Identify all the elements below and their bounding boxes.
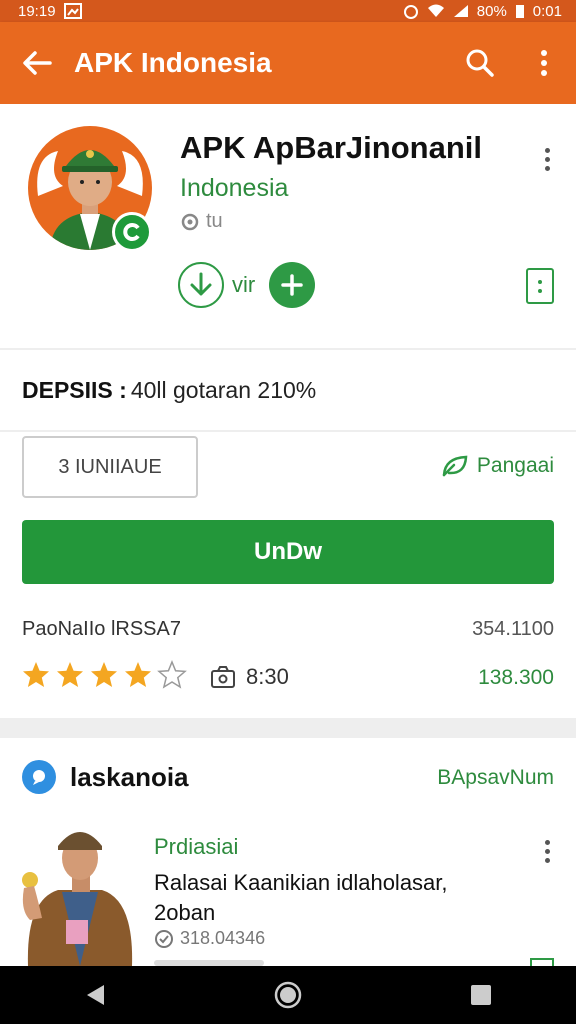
download-button[interactable]: [178, 262, 224, 308]
post-options-button[interactable]: [532, 836, 562, 866]
overflow-menu-button[interactable]: [512, 49, 576, 77]
secondary-button[interactable]: 3 IUNIIAUE: [22, 436, 198, 498]
rank-value: 354.1100: [472, 618, 554, 640]
app-name: APK ApBarJinonanil: [180, 130, 482, 165]
app-developer[interactable]: Indonesia: [180, 174, 288, 203]
reviews: 8:30: [210, 664, 289, 690]
section-link[interactable]: BApsavNum: [437, 766, 554, 790]
wifi-icon: [427, 4, 444, 17]
download-row: vir: [178, 262, 316, 308]
app-header-card: APK ApBarJinonanil Indonesia tu vir: [0, 104, 576, 348]
views-icon: [155, 929, 173, 948]
back-arrow-icon: [23, 51, 52, 75]
actions-card: 3 IUNIIAUE Pangaai UnDw PaoNaIIo lRSSA7 …: [0, 432, 576, 718]
download-arrow-icon: [190, 272, 212, 296]
add-button[interactable]: [269, 262, 316, 308]
post-thumbnail[interactable]: [18, 820, 142, 966]
chat-bubble-icon: [22, 760, 56, 794]
search-icon: [466, 49, 494, 77]
battery-level: 80%: [476, 2, 507, 20]
app-meta-text: tu: [206, 210, 223, 232]
status-time-right: 0:01: [532, 2, 562, 20]
post-title[interactable]: Ralasai Kaanikian idlaholasar, 2oban: [154, 868, 514, 928]
battery-icon: [515, 5, 524, 18]
star-filled-icon: [57, 662, 83, 687]
system-nav-bar: [0, 966, 576, 1024]
primary-button[interactable]: UnDw: [22, 520, 554, 584]
deps-value: 40ll gotaran 210%: [130, 376, 317, 403]
section-card: laskanoia BApsavNum Prdiasiai Ralasai Ka…: [0, 738, 576, 966]
camera-icon: [211, 666, 235, 688]
app-meta: tu: [180, 210, 223, 233]
rank-label: PaoNaIIo lRSSA7: [22, 618, 181, 640]
nav-back-icon[interactable]: [84, 983, 106, 1007]
star-filled-icon: [91, 662, 117, 687]
signal-icon: [453, 5, 468, 17]
more-vert-icon: [541, 50, 547, 76]
download-label: vir: [232, 272, 256, 297]
status-bar: 19:19 80% 0:01: [0, 0, 576, 22]
star-empty-icon: [157, 660, 187, 689]
post-views: 318.04346: [180, 928, 266, 948]
star-filled-icon: [23, 662, 49, 687]
alarm-icon: [403, 5, 418, 19]
review-count: 8:30: [246, 664, 289, 689]
post-action-icon[interactable]: [530, 958, 554, 966]
pangaai-link[interactable]: Pangaai: [441, 454, 554, 478]
settings-icon: [181, 213, 199, 230]
deps-card: DEPSIIS : 40ll gotaran 210%: [0, 350, 576, 430]
download-count: 138.300: [478, 666, 554, 689]
details-button[interactable]: [526, 268, 554, 304]
post-meta: 318.04346: [154, 928, 265, 949]
plus-icon: [281, 274, 303, 296]
image-notification-icon: [63, 3, 82, 19]
leaf-icon: [442, 455, 468, 477]
app-bar: APK Indonesia: [0, 22, 576, 104]
deps-label: DEPSIIS :: [22, 376, 127, 403]
pangaai-label: Pangaai: [476, 454, 554, 477]
app-options-button[interactable]: [532, 144, 562, 174]
section-title: laskanoia: [70, 762, 189, 792]
post-category: Prdiasiai: [154, 834, 239, 859]
rating-stars: [20, 660, 188, 690]
search-button[interactable]: [448, 48, 512, 78]
star-filled-icon: [125, 662, 151, 687]
verified-badge-icon: [112, 212, 152, 252]
nav-recents-icon[interactable]: [470, 984, 492, 1006]
back-button[interactable]: [0, 50, 74, 76]
nav-home-icon[interactable]: [274, 981, 302, 1009]
status-time-left: 19:19: [18, 2, 56, 20]
app-bar-title: APK Indonesia: [74, 47, 272, 78]
